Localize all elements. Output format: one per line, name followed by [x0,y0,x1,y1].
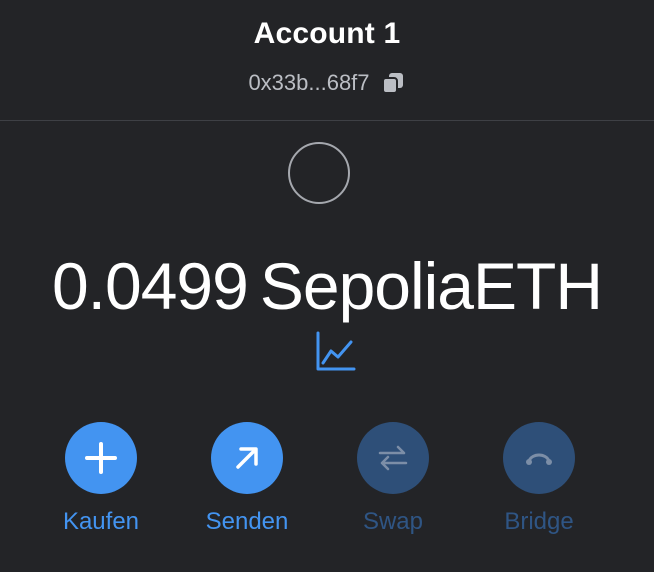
buy-button-label[interactable]: Kaufen [63,508,139,536]
arrow-up-right-icon [236,447,258,469]
balance-currency: SepoliaETH [259,249,603,323]
swap-button-circle[interactable] [357,422,429,494]
swap-arrows-icon [378,445,408,471]
bridge-button[interactable]: Bridge [479,422,599,536]
account-header: Account 1 0x33b...68f7 [0,0,654,121]
account-name[interactable]: Account 1 [0,17,654,51]
account-avatar [288,142,350,204]
send-button[interactable]: Senden [187,422,307,536]
account-address[interactable]: 0x33b...68f7 [248,70,369,96]
buy-button-circle[interactable] [65,422,137,494]
bridge-icon [526,453,552,465]
balance-display: 0.0499 SepoliaETH [0,248,654,324]
send-button-label[interactable]: Senden [206,508,289,536]
action-buttons: Kaufen Senden Swap Bridge [0,422,654,552]
wallet-overview: Account 1 0x33b...68f7 0.0499SepoliaETH [0,0,654,572]
buy-button[interactable]: Kaufen [41,422,161,536]
bridge-button-label[interactable]: Bridge [504,508,573,536]
address-row: 0x33b...68f7 [0,70,654,96]
send-button-circle[interactable] [211,422,283,494]
swap-button-label[interactable]: Swap [363,508,423,536]
chart-line-icon[interactable] [313,330,357,374]
swap-button[interactable]: Swap [333,422,453,536]
balance-amount: 0.0499 [51,249,249,323]
bridge-button-circle[interactable] [503,422,575,494]
plus-icon [85,442,117,474]
copy-icon[interactable] [380,70,406,96]
